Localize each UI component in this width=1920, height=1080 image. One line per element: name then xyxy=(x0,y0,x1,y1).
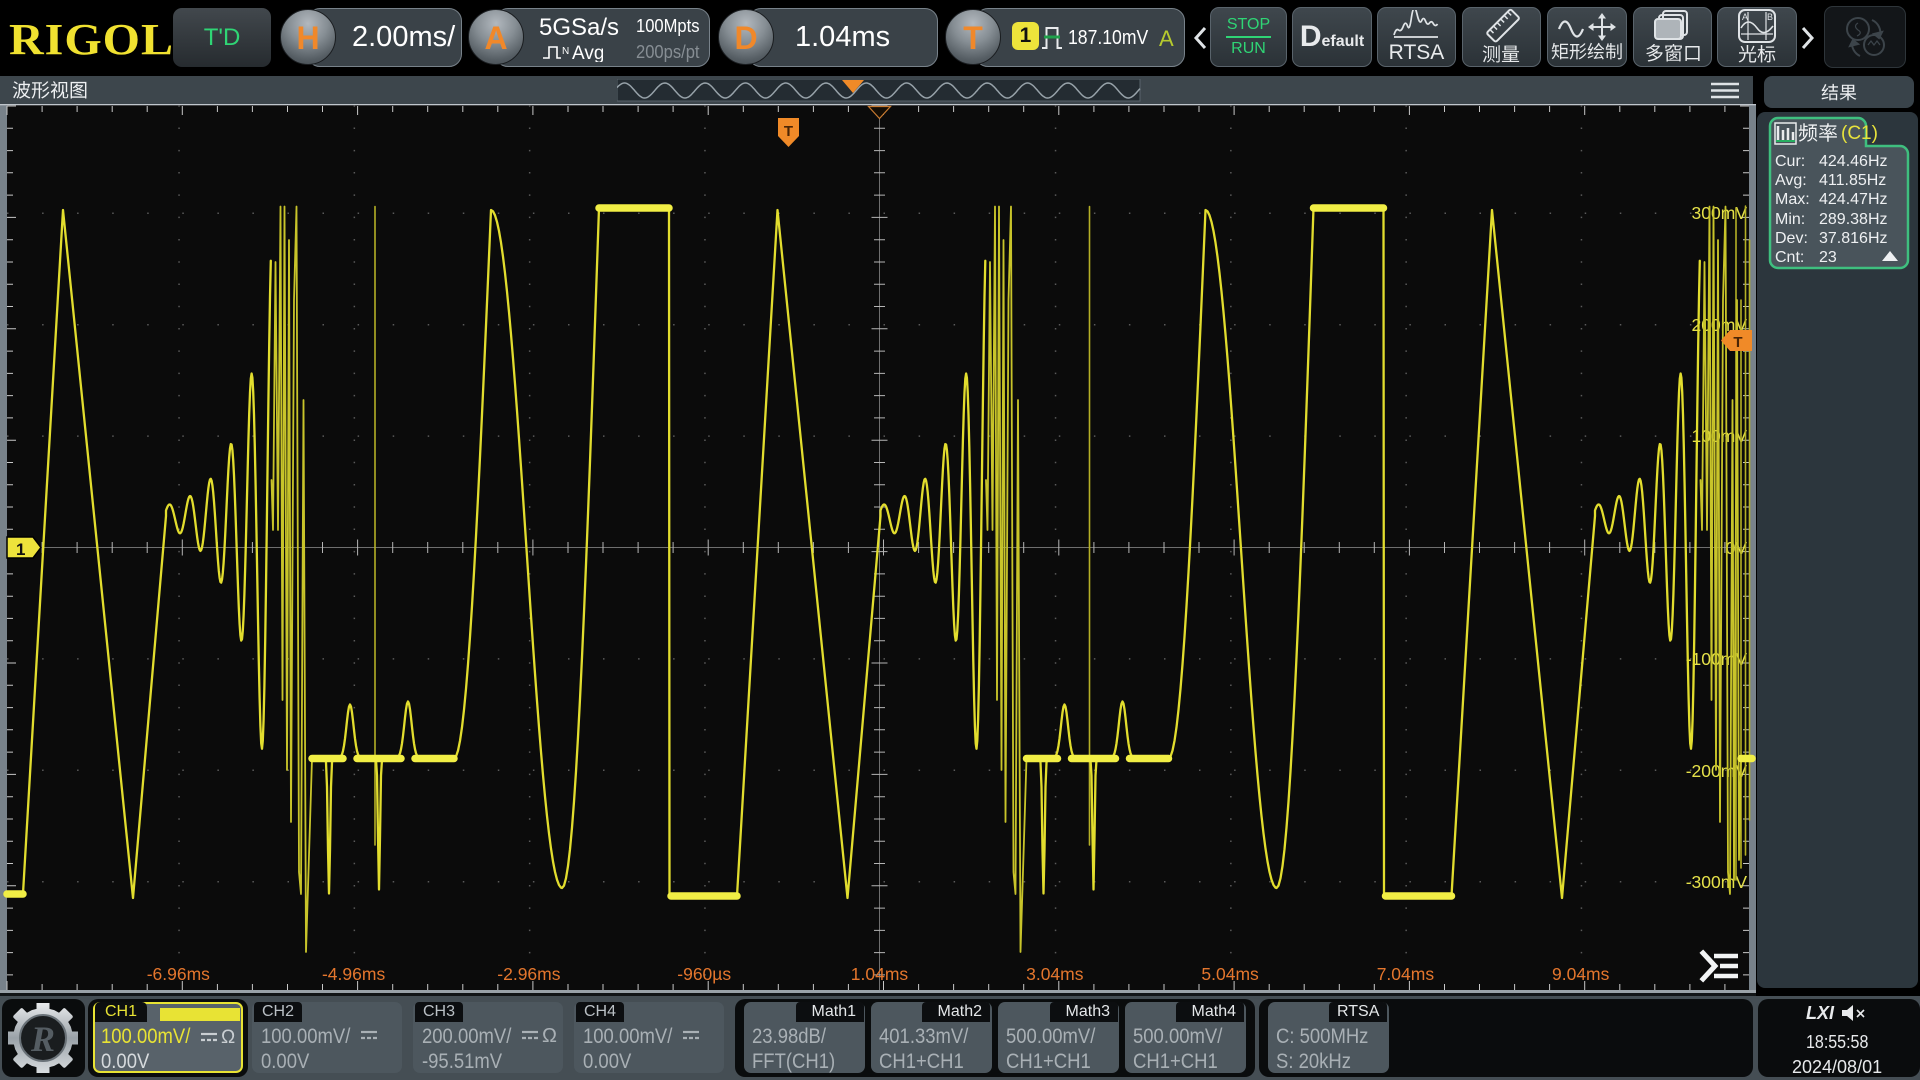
svg-text:T: T xyxy=(1733,334,1742,351)
svg-text:T: T xyxy=(784,123,793,140)
svg-text:300mV: 300mV xyxy=(1692,203,1748,223)
svg-text:N: N xyxy=(562,46,569,57)
svg-text:-4.96ms: -4.96ms xyxy=(322,964,385,984)
svg-text:5.04ms: 5.04ms xyxy=(1201,964,1259,984)
svg-text:3.04ms: 3.04ms xyxy=(1026,964,1084,984)
svg-text:7.04ms: 7.04ms xyxy=(1377,964,1435,984)
svg-text:B: B xyxy=(1767,12,1773,22)
svg-text:-2.96ms: -2.96ms xyxy=(497,964,560,984)
svg-text:1: 1 xyxy=(16,540,25,559)
svg-text:(C1): (C1) xyxy=(1841,123,1878,144)
svg-text:A: A xyxy=(1742,12,1748,22)
svg-text:-960µs: -960µs xyxy=(677,964,731,984)
svg-text:R: R xyxy=(30,1019,55,1059)
svg-text:-300mV: -300mV xyxy=(1686,872,1748,892)
svg-text:-6.96ms: -6.96ms xyxy=(147,964,210,984)
svg-text:9.04ms: 9.04ms xyxy=(1552,964,1610,984)
svg-text:1.04ms: 1.04ms xyxy=(851,964,909,984)
svg-text:Avg: Avg xyxy=(572,43,603,62)
